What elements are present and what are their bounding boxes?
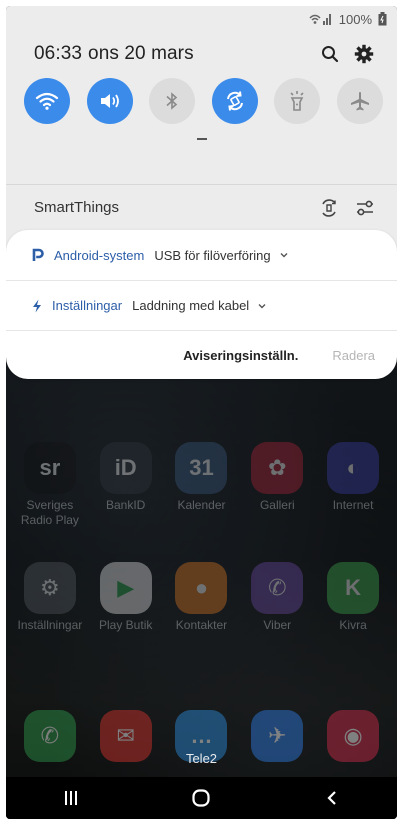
gear-icon	[354, 44, 374, 64]
app-label: BankID	[106, 498, 146, 512]
sliders-icon	[357, 200, 373, 215]
back-button[interactable]	[302, 777, 362, 819]
app-icon: ✿	[251, 442, 304, 494]
android-system-icon	[32, 248, 44, 261]
search-icon	[322, 46, 339, 63]
app-icon: sr	[23, 442, 76, 494]
notification-usb[interactable]: Android-system USB för filöverföring	[6, 230, 397, 280]
app-icon: ▶	[99, 562, 152, 614]
bluetooth-toggle[interactable]	[149, 78, 196, 124]
app-label: Viber	[263, 618, 292, 632]
app-label: Play Butik	[99, 618, 153, 632]
app-icon: 31	[175, 442, 228, 494]
home-app-row-2: ⚙ Inställningar ▶ Play Butik ● Kontakter ✆ Vibe…	[6, 562, 397, 633]
wifi-icon	[35, 92, 59, 110]
app-label: Inställningar	[17, 618, 83, 632]
signal-icon	[309, 14, 331, 25]
auto-rotate-toggle[interactable]	[211, 78, 258, 124]
quick-settings-tiles	[6, 78, 397, 124]
app-shortcut[interactable]: ◐ Internet	[318, 442, 388, 528]
navigation-bar	[6, 777, 397, 819]
app-icon: ✆	[251, 562, 304, 614]
bluetooth-icon	[166, 92, 178, 110]
shade-header: 06:33 ons 20 mars	[6, 32, 397, 76]
app-icon: K	[327, 562, 380, 614]
app-label: Galleri	[259, 498, 295, 512]
notification-actions: Aviseringsinställn. Radera	[6, 330, 397, 379]
recent-apps-icon	[65, 791, 78, 805]
smartthings-devices-icon	[322, 198, 336, 217]
phone-screen: sr Sveriges Radio Play iD BankID 31 Kalender ✿…	[6, 6, 397, 819]
app-icon: ◐	[327, 442, 380, 494]
smartthings-devices-button[interactable]	[311, 193, 347, 223]
notification-charging[interactable]: Inställningar Laddning med kabel	[6, 280, 397, 330]
speaker-icon	[100, 94, 119, 108]
app-shortcut[interactable]: ▶ Play Butik	[91, 562, 161, 633]
app-shortcut[interactable]: ⚙ Inställningar	[15, 562, 85, 633]
app-label: Internet	[332, 498, 374, 512]
battery-icon	[378, 12, 387, 26]
home-app-row-1: sr Sveriges Radio Play iD BankID 31 Kalender ✿…	[6, 442, 397, 528]
home-button[interactable]	[171, 777, 231, 819]
back-icon	[327, 791, 336, 805]
search-button[interactable]	[313, 37, 347, 71]
app-shortcut[interactable]: ✆ Viber	[242, 562, 312, 633]
app-icon: ⚙	[23, 562, 76, 614]
app-label: Sveriges Radio Play	[20, 498, 79, 527]
status-bar: 100%	[6, 6, 397, 32]
app-label: Kalender	[177, 498, 226, 512]
smartthings-label[interactable]: SmartThings	[34, 199, 311, 216]
app-icon: ●	[175, 562, 228, 614]
app-shortcut[interactable]: ✿ Galleri	[242, 442, 312, 528]
battery-percent: 100%	[338, 11, 372, 27]
auto-rotate-icon	[226, 91, 243, 111]
notification-app-name: Android-system	[54, 247, 145, 263]
app-shortcut[interactable]: K Kivra	[318, 562, 388, 633]
smartthings-scenes-button[interactable]	[347, 193, 383, 223]
notification-app-name: Inställningar	[52, 298, 123, 313]
app-shortcut[interactable]: sr Sveriges Radio Play	[15, 442, 85, 528]
airplane-mode-toggle[interactable]	[336, 78, 383, 124]
clear-notifications-button[interactable]: Radera	[332, 348, 375, 363]
notification-text: USB för filöverföring	[154, 247, 271, 263]
flashlight-icon	[290, 91, 304, 111]
quick-settings-panel: 100% 06:33 ons 20 mars	[6, 6, 397, 184]
app-shortcut[interactable]: 31 Kalender	[166, 442, 236, 528]
wifi-toggle[interactable]	[24, 78, 70, 124]
recent-apps-button[interactable]	[41, 777, 101, 819]
shade-drag-handle[interactable]	[196, 138, 207, 140]
chevron-down-icon[interactable]	[257, 302, 267, 310]
airplane-icon	[350, 92, 369, 111]
app-label: Kontakter	[175, 618, 228, 632]
app-shortcut[interactable]: iD BankID	[91, 442, 161, 528]
settings-button[interactable]	[347, 37, 381, 71]
app-label: Kivra	[339, 618, 367, 632]
app-shortcut[interactable]: ● Kontakter	[166, 562, 236, 633]
smartthings-bar: SmartThings	[6, 184, 397, 230]
date-time: 06:33 ons 20 mars	[34, 43, 313, 65]
clock[interactable]: 06:33	[34, 43, 82, 64]
notification-text: Laddning med kabel	[132, 298, 250, 313]
carrier-label: Tele2	[185, 751, 218, 766]
lightning-icon	[33, 299, 41, 312]
flashlight-toggle[interactable]	[274, 78, 321, 124]
app-icon: iD	[99, 442, 152, 494]
notification-settings-button[interactable]: Aviseringsinställn.	[183, 348, 298, 363]
sound-toggle[interactable]	[86, 78, 133, 124]
notification-card: Android-system USB för filöverföring Ins…	[6, 230, 397, 379]
chevron-down-icon[interactable]	[279, 251, 289, 259]
home-icon	[192, 789, 211, 807]
date[interactable]: ons 20 mars	[88, 43, 194, 64]
